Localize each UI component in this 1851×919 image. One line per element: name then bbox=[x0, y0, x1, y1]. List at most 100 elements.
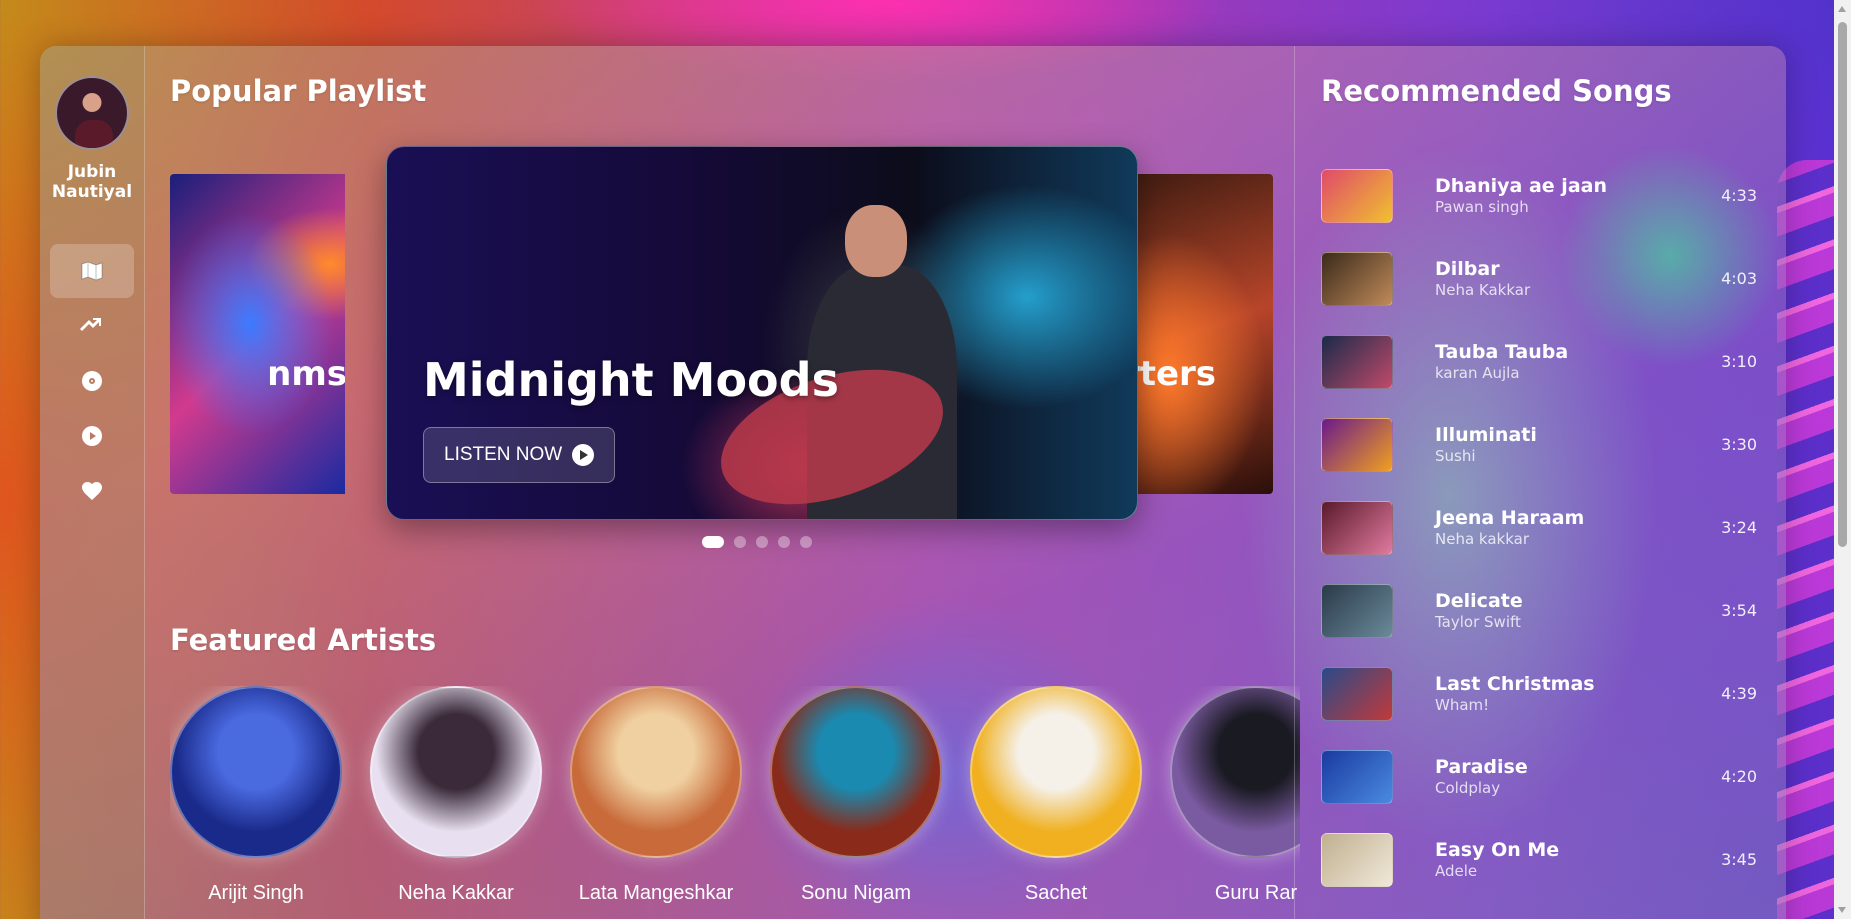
user-name: Jubin Nautiyal bbox=[40, 162, 144, 202]
page-scrollbar[interactable] bbox=[1834, 0, 1851, 919]
playlist-title: Midnight Moods bbox=[423, 353, 839, 407]
artist-photo bbox=[570, 686, 742, 858]
song-thumbnail bbox=[1321, 334, 1393, 389]
song-row[interactable]: Last Christmas Wham! 4:39 bbox=[1321, 652, 1757, 735]
song-row[interactable]: Paradise Coldplay 4:20 bbox=[1321, 735, 1757, 818]
user-name-first: Jubin bbox=[67, 162, 117, 182]
artist-name: Guru Rar bbox=[1214, 882, 1298, 904]
artist-photo bbox=[170, 686, 342, 858]
song-row[interactable]: Dhaniya ae jaan Pawan singh 4:33 bbox=[1321, 154, 1757, 237]
artist-card[interactable]: Sonu Nigam bbox=[770, 686, 942, 905]
carousel-dot[interactable] bbox=[702, 536, 724, 548]
song-duration: 3:30 bbox=[1721, 435, 1757, 454]
scroll-down-icon[interactable] bbox=[1838, 907, 1846, 913]
artist-card[interactable]: Neha Kakkar bbox=[370, 686, 542, 905]
scrollbar-thumb[interactable] bbox=[1838, 22, 1847, 547]
song-artist: Wham! bbox=[1435, 695, 1490, 714]
main-content: Popular Playlist nms arters Midnight Moo… bbox=[144, 46, 1300, 919]
song-duration: 4:03 bbox=[1721, 269, 1757, 288]
artist-photo bbox=[970, 686, 1142, 858]
artist-name: Lata Mangeshkar bbox=[578, 882, 734, 904]
song-duration: 4:20 bbox=[1721, 767, 1757, 786]
playlist-card-prev-label: nms bbox=[267, 354, 345, 394]
artist-name: Sonu Nigam bbox=[800, 882, 912, 904]
song-duration: 4:33 bbox=[1721, 186, 1757, 205]
song-row[interactable]: Illuminati Sushi 3:30 bbox=[1321, 403, 1757, 486]
carousel-dot[interactable] bbox=[778, 536, 790, 548]
carousel-dot[interactable] bbox=[800, 536, 812, 548]
play-circle-icon bbox=[82, 426, 102, 446]
song-title: Last Christmas bbox=[1435, 672, 1595, 695]
song-thumbnail bbox=[1321, 417, 1393, 472]
song-title: Easy On Me bbox=[1435, 838, 1560, 861]
song-title: Illuminati bbox=[1435, 423, 1537, 446]
nav-item-explore[interactable] bbox=[50, 244, 134, 298]
nav-item-trending[interactable] bbox=[50, 299, 134, 353]
avatar[interactable] bbox=[55, 76, 129, 150]
song-row[interactable]: Dilbar Neha Kakkar 4:03 bbox=[1321, 237, 1757, 320]
song-artist: Pawan singh bbox=[1435, 197, 1529, 216]
song-duration: 4:39 bbox=[1721, 684, 1757, 703]
playlist-card-featured[interactable]: Midnight Moods LISTEN NOW bbox=[386, 146, 1138, 520]
playlist-card-prev[interactable]: nms bbox=[170, 174, 345, 494]
popular-playlist-title: Popular Playlist bbox=[170, 74, 427, 108]
song-thumbnail bbox=[1321, 832, 1393, 887]
heart-icon bbox=[82, 482, 102, 500]
song-duration: 3:45 bbox=[1721, 850, 1757, 869]
song-duration: 3:54 bbox=[1721, 601, 1757, 620]
carousel-dot[interactable] bbox=[734, 536, 746, 548]
carousel-dots bbox=[702, 536, 812, 548]
song-row[interactable]: Easy On Me Adele 3:45 bbox=[1321, 818, 1757, 901]
user-name-last: Nautiyal bbox=[51, 182, 133, 202]
play-icon bbox=[572, 444, 595, 466]
song-title: Tauba Tauba bbox=[1435, 340, 1569, 363]
song-artist: Sushi bbox=[1435, 446, 1476, 465]
artist-name: Neha Kakkar bbox=[398, 882, 514, 904]
artist-card[interactable]: Arijit Singh bbox=[170, 686, 342, 905]
song-list: Dhaniya ae jaan Pawan singh 4:33 Dilbar Neh… bbox=[1321, 154, 1757, 901]
song-thumbnail bbox=[1321, 749, 1393, 804]
featured-artists-title: Featured Artists bbox=[170, 623, 437, 657]
artist-card[interactable]: Guru Rar bbox=[1170, 686, 1300, 905]
song-artist: Neha kakkar bbox=[1435, 529, 1529, 548]
artist-photo bbox=[1170, 686, 1300, 858]
song-duration: 3:24 bbox=[1721, 518, 1757, 537]
song-artist: Taylor Swift bbox=[1435, 612, 1521, 631]
song-thumbnail bbox=[1321, 583, 1393, 638]
disc-icon bbox=[82, 371, 102, 391]
nav-item-albums[interactable] bbox=[50, 354, 134, 408]
song-title: Dilbar bbox=[1435, 257, 1500, 280]
artist-card[interactable]: Sachet bbox=[970, 686, 1142, 905]
song-thumbnail bbox=[1321, 168, 1393, 223]
song-artist: Adele bbox=[1435, 861, 1478, 880]
song-artist: Neha Kakkar bbox=[1435, 280, 1531, 299]
song-title: Jeena Haraam bbox=[1435, 506, 1585, 529]
artist-card[interactable]: Lata Mangeshkar bbox=[570, 686, 742, 905]
sidebar: Jubin Nautiyal bbox=[40, 46, 145, 919]
recommended-panel: Recommended Songs Dhaniya ae jaan Pawan s… bbox=[1294, 46, 1786, 919]
song-thumbnail bbox=[1321, 666, 1393, 721]
listen-now-button[interactable]: LISTEN NOW bbox=[423, 427, 616, 483]
carousel-dot[interactable] bbox=[756, 536, 768, 548]
recommended-songs-title: Recommended Songs bbox=[1321, 74, 1672, 108]
scroll-up-icon[interactable] bbox=[1838, 6, 1846, 12]
artist-name: Sachet bbox=[1024, 882, 1088, 904]
nav-item-player[interactable] bbox=[50, 409, 134, 463]
artist-photo bbox=[370, 686, 542, 858]
song-thumbnail bbox=[1321, 251, 1393, 306]
song-row[interactable]: Tauba Tauba karan Aujla 3:10 bbox=[1321, 320, 1757, 403]
listen-now-label: LISTEN NOW bbox=[444, 444, 563, 465]
background-decoration bbox=[1777, 160, 1837, 919]
song-duration: 3:10 bbox=[1721, 352, 1757, 371]
song-title: Paradise bbox=[1435, 755, 1528, 778]
artist-photo bbox=[770, 686, 942, 858]
sidebar-nav bbox=[50, 244, 134, 519]
trending-icon bbox=[80, 318, 101, 331]
artist-list: Arijit Singh Neha Kakkar Lata Mangeshkar… bbox=[170, 686, 1300, 919]
song-artist: Coldplay bbox=[1435, 778, 1501, 797]
app-window: Jubin Nautiyal Popular Playlist nms arte… bbox=[40, 46, 1786, 919]
map-icon bbox=[81, 261, 103, 281]
song-row[interactable]: Jeena Haraam Neha kakkar 3:24 bbox=[1321, 486, 1757, 569]
nav-item-favorites[interactable] bbox=[50, 464, 134, 518]
song-row[interactable]: Delicate Taylor Swift 3:54 bbox=[1321, 569, 1757, 652]
